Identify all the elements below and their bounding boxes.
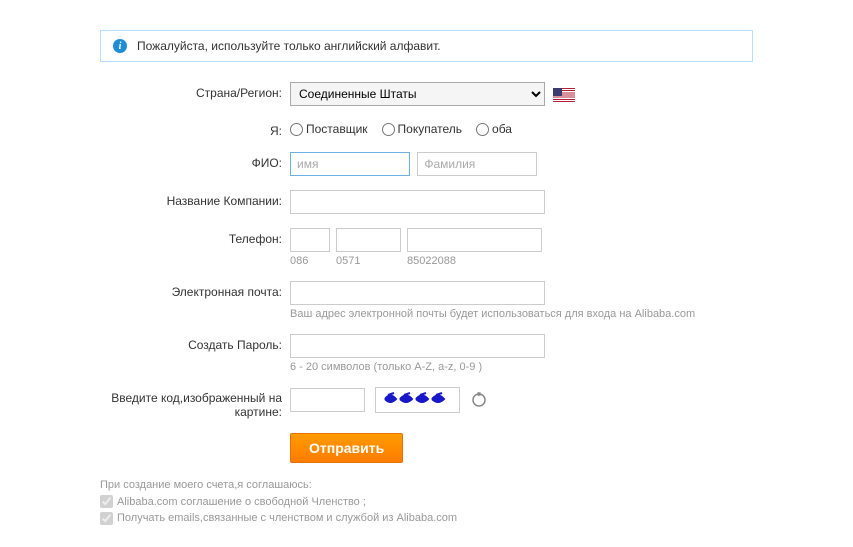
- agreement-block: При создание моего счета,я соглашаюсь: A…: [100, 477, 753, 527]
- role-buyer-radio[interactable]: [382, 123, 395, 136]
- role-supplier-label: Поставщик: [306, 122, 368, 136]
- password-hint: 6 - 20 символов (только A-Z, a-z, 0-9 ): [290, 361, 753, 373]
- info-banner: i Пожалуйста, используйте только английс…: [100, 30, 753, 62]
- phone-hint-3: 85022088: [407, 255, 542, 267]
- role-supplier-option[interactable]: Поставщик: [290, 122, 368, 136]
- password-input[interactable]: [290, 334, 545, 358]
- role-buyer-label: Покупатель: [398, 122, 462, 136]
- company-label: Название Компании:: [100, 190, 290, 208]
- role-both-radio[interactable]: [476, 123, 489, 136]
- agreement-line-1: Alibaba.com соглашение о свободной Членс…: [117, 494, 366, 511]
- phone-hint-1: 086: [290, 255, 330, 267]
- submit-button[interactable]: Отправить: [290, 433, 403, 463]
- phone-number-input[interactable]: [407, 228, 542, 252]
- last-name-input[interactable]: [417, 152, 537, 176]
- password-label: Создать Пароль:: [100, 334, 290, 352]
- email-label: Электронная почта:: [100, 281, 290, 299]
- phone-hint-2: 0571: [336, 255, 401, 267]
- info-banner-text: Пожалуйста, используйте только английски…: [137, 39, 441, 53]
- iam-label: Я:: [100, 120, 290, 138]
- phone-country-code-input[interactable]: [290, 228, 330, 252]
- country-label: Страна/Регион:: [100, 82, 290, 100]
- refresh-icon[interactable]: [470, 391, 488, 409]
- agreement-checkbox-2[interactable]: [100, 512, 113, 525]
- role-buyer-option[interactable]: Покупатель: [382, 122, 462, 136]
- agreement-checkbox-1[interactable]: [100, 495, 113, 508]
- flag-icon: [553, 88, 575, 102]
- captcha-input[interactable]: [290, 388, 365, 412]
- company-input[interactable]: [290, 190, 545, 214]
- captcha-label: Введите код,изображенный на картине:: [100, 387, 290, 419]
- agreement-line-2: Получать emails,связанные с членством и …: [117, 510, 457, 527]
- agreement-intro: При создание моего счета,я соглашаюсь:: [100, 477, 753, 494]
- country-select[interactable]: Соединенные Штаты: [290, 82, 545, 106]
- captcha-image: [375, 387, 460, 413]
- role-supplier-radio[interactable]: [290, 123, 303, 136]
- email-hint: Ваш адрес электронной почты будет исполь…: [290, 308, 753, 320]
- email-input[interactable]: [290, 281, 545, 305]
- info-icon: i: [113, 39, 127, 53]
- first-name-input[interactable]: [290, 152, 410, 176]
- role-both-option[interactable]: оба: [476, 122, 512, 136]
- phone-label: Телефон:: [100, 228, 290, 246]
- role-both-label: оба: [492, 122, 512, 136]
- fio-label: ФИО:: [100, 152, 290, 170]
- phone-area-code-input[interactable]: [336, 228, 401, 252]
